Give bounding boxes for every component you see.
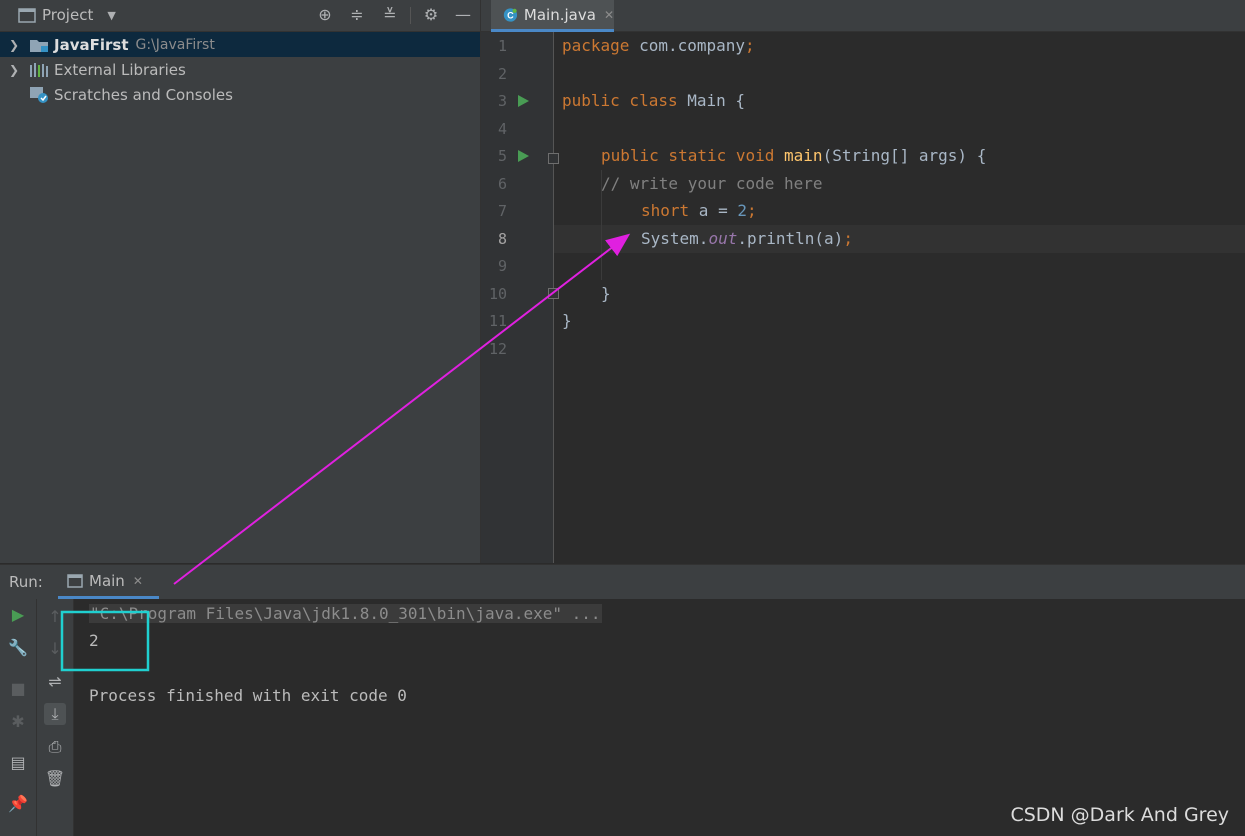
- run-tab-main[interactable]: Main ✕: [58, 565, 159, 599]
- chevron-right-icon[interactable]: ❯: [9, 63, 21, 77]
- project-panel-title: Project: [42, 6, 94, 24]
- project-view-selector[interactable]: Project ▼: [18, 6, 116, 24]
- code-area[interactable]: [554, 32, 1245, 563]
- tree-item-path: G:\JavaFirst: [135, 36, 215, 53]
- project-window-icon: [18, 8, 36, 23]
- line-number: 3: [497, 92, 507, 110]
- run-toolbar-primary: ▶ 🔧 ■ ✱ ▤ 📌: [0, 599, 37, 836]
- code-line-10: }: [601, 284, 611, 303]
- run-tab-label: Main: [89, 571, 125, 590]
- layout-icon[interactable]: ▤: [7, 752, 29, 774]
- line-number: 1: [497, 37, 507, 55]
- run-label: Run:: [9, 573, 43, 591]
- locate-icon[interactable]: ⊕: [315, 5, 335, 25]
- code-line-11: }: [562, 311, 572, 330]
- fold-icon[interactable]: [548, 153, 559, 164]
- tree-item-label: Scratches and Consoles: [54, 85, 233, 104]
- code-line-7: short a = 2;: [641, 201, 757, 220]
- hide-panel-icon[interactable]: —: [453, 5, 473, 25]
- code-line-8: System.out.println(a);: [641, 229, 853, 248]
- rerun-icon[interactable]: ▶: [7, 604, 29, 626]
- module-folder-icon: [30, 39, 48, 52]
- run-toolbar-secondary: ↑ ↓ ⇌ ⤓ ⎙ 🗑: [37, 599, 74, 836]
- tab-label: Main.java: [523, 5, 596, 24]
- collapse-all-icon[interactable]: ≚: [380, 5, 400, 25]
- debug-icon[interactable]: ✱: [7, 711, 29, 733]
- line-number: 9: [497, 257, 507, 275]
- expand-all-icon[interactable]: ≑: [347, 5, 367, 25]
- run-gutter-icon[interactable]: [518, 95, 529, 107]
- stop-icon[interactable]: ■: [7, 678, 29, 700]
- line-number: 10: [488, 285, 507, 303]
- chevron-right-icon[interactable]: ❯: [9, 38, 21, 52]
- pin-icon[interactable]: 📌: [7, 793, 29, 815]
- fold-icon[interactable]: [548, 288, 559, 299]
- header-divider: [410, 7, 411, 24]
- run-gutter-icon[interactable]: [518, 150, 529, 162]
- arrow-down-icon[interactable]: ↓: [44, 638, 66, 660]
- close-icon[interactable]: ✕: [133, 574, 143, 588]
- tree-item-label: JavaFirst: [54, 35, 129, 54]
- chevron-down-icon: ▼: [107, 8, 116, 22]
- tree-item-external-libraries[interactable]: ❯ External Libraries: [0, 57, 480, 82]
- close-icon[interactable]: ✕: [604, 8, 614, 22]
- line-number: 2: [497, 65, 507, 83]
- arrow-up-icon[interactable]: ↑: [44, 606, 66, 628]
- console-exit-line: Process finished with exit code 0: [89, 686, 407, 705]
- project-panel-header: Project ▼ ⊕ ≑ ≚ ⚙ —: [0, 0, 480, 32]
- line-number: 12: [488, 340, 507, 358]
- library-icon: [30, 62, 48, 77]
- soft-wrap-icon[interactable]: ⇌: [44, 671, 66, 693]
- run-panel-header: Run: Main ✕: [0, 564, 1245, 599]
- line-number: 7: [497, 202, 507, 220]
- console-command-line: "C:\Program Files\Java\jdk1.8.0_301\bin\…: [89, 604, 602, 623]
- tree-item-scratches[interactable]: Scratches and Consoles: [0, 82, 480, 107]
- editor-tab-bar: C Main.java ✕: [481, 0, 1245, 32]
- tree-item-javafirst[interactable]: ❯ JavaFirst G:\JavaFirst: [0, 32, 480, 57]
- line-number: 5: [497, 147, 507, 165]
- line-number: 6: [497, 175, 507, 193]
- tab-main-java[interactable]: C Main.java ✕: [491, 0, 614, 32]
- line-number: 4: [497, 120, 507, 138]
- code-line-1: package com.company;: [562, 36, 755, 55]
- project-panel: Project ▼ ⊕ ≑ ≚ ⚙ — ❯ JavaFirst G:\JavaF…: [0, 0, 481, 563]
- print-icon[interactable]: ⎙: [44, 736, 66, 758]
- scroll-to-end-icon[interactable]: ⤓: [44, 703, 66, 725]
- line-number: 11: [488, 312, 507, 330]
- code-line-6: // write your code here: [601, 174, 823, 193]
- code-line-3: public class Main {: [562, 91, 746, 110]
- code-line-5: public static void main(String[] args) {: [601, 146, 987, 165]
- line-number: 8: [497, 230, 507, 248]
- console-output[interactable]: "C:\Program Files\Java\jdk1.8.0_301\bin\…: [74, 599, 1245, 836]
- watermark: CSDN @Dark And Grey: [1010, 804, 1229, 826]
- trash-icon[interactable]: 🗑: [44, 768, 66, 790]
- scratches-icon: [30, 86, 48, 103]
- gear-icon[interactable]: ⚙: [421, 5, 441, 25]
- console-icon: [67, 573, 83, 588]
- java-class-icon: C: [503, 7, 518, 22]
- tree-item-label: External Libraries: [54, 60, 186, 79]
- console-output-line: 2: [89, 631, 99, 650]
- wrench-icon[interactable]: 🔧: [7, 637, 29, 659]
